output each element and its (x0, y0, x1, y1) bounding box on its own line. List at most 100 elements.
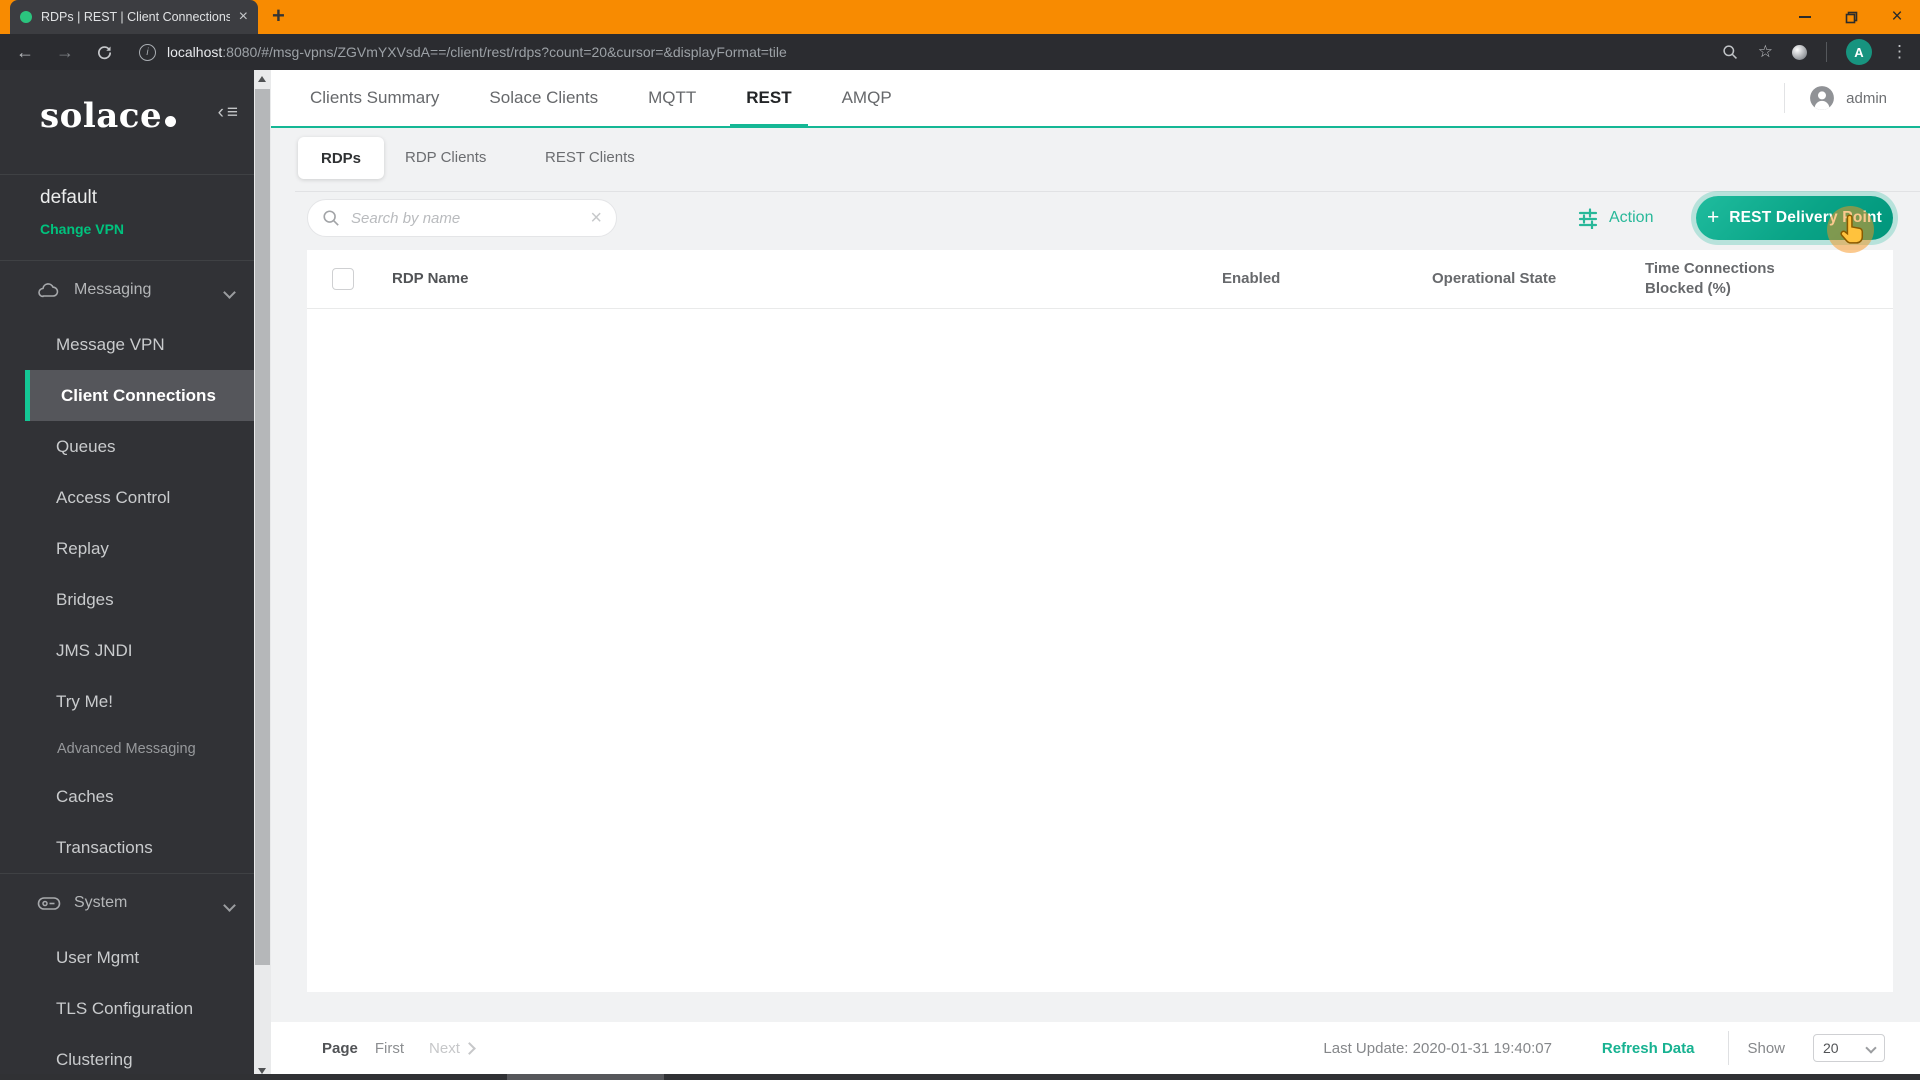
refresh-data-link[interactable]: Refresh Data (1602, 1040, 1695, 1057)
tab-close-icon[interactable]: × (239, 9, 248, 25)
back-button[interactable]: ← (16, 43, 34, 61)
window-close-button[interactable]: × (1874, 0, 1920, 34)
tab-rest[interactable]: REST (730, 70, 809, 128)
sidebar-item-user-mgmt[interactable]: User Mgmt (0, 932, 254, 983)
subtab-rest-clients[interactable]: REST Clients (545, 137, 635, 179)
page-label: Page (322, 1039, 358, 1057)
divider (1728, 1031, 1730, 1065)
subtab-rdp-clients[interactable]: RDP Clients (405, 137, 486, 179)
column-enabled: Enabled (1222, 270, 1281, 287)
chevron-down-icon (1865, 1042, 1877, 1054)
sidebar: solace ‹ ≡ default Change VPN Messaging M… (0, 70, 254, 1080)
column-operational-state: Operational State (1432, 270, 1557, 287)
user-icon[interactable] (1809, 85, 1835, 111)
url-path: :8080/#/msg-vpns/ZGVmYXVsdA==/client/res… (222, 44, 787, 60)
sidebar-item-queues[interactable]: Queues (0, 421, 254, 472)
sidebar-item-message-vpn[interactable]: Message VPN (0, 319, 254, 370)
tab-clients-summary[interactable]: Clients Summary (310, 70, 439, 126)
logo-dot-icon (165, 116, 177, 127)
column-rdp-name: RDP Name (392, 270, 469, 287)
chevron-down-icon[interactable] (223, 899, 236, 912)
pagination-footer: Page First Next Last Update: 2020-01-31 … (271, 1022, 1920, 1074)
tab-amqp[interactable]: AMQP (842, 70, 892, 126)
chevron-right-icon (463, 1041, 476, 1055)
cloud-icon (38, 283, 59, 298)
main-content: Clients Summary Solace Clients MQTT REST… (271, 70, 1920, 1080)
divider (1784, 83, 1786, 113)
chevron-down-icon[interactable] (223, 286, 236, 299)
sidebar-scrollbar[interactable] (254, 70, 271, 1080)
window-restore-button[interactable] (1828, 0, 1874, 34)
last-update-text: Last Update: 2020-01-31 19:40:07 (1323, 1039, 1552, 1057)
tab-title: RDPs | REST | Client Connections (41, 10, 230, 24)
window-minimize-button[interactable] (1782, 0, 1828, 34)
page-tabs-bar: Clients Summary Solace Clients MQTT REST… (271, 70, 1920, 128)
browser-titlebar: RDPs | REST | Client Connections × + × (0, 0, 1920, 34)
sidebar-item-tls-configuration[interactable]: TLS Configuration (0, 983, 254, 1034)
plus-icon: + (1706, 205, 1720, 229)
first-page-button[interactable]: First (375, 1040, 404, 1057)
new-tab-button[interactable]: + (272, 5, 285, 27)
tab-favicon-icon (20, 11, 32, 23)
sidebar-section-system[interactable]: System (0, 874, 254, 932)
browser-tab[interactable]: RDPs | REST | Client Connections × (10, 0, 258, 34)
reload-button[interactable] (96, 44, 113, 61)
sidebar-section-label: Messaging (74, 281, 152, 298)
site-info-icon[interactable]: i (139, 43, 156, 61)
tab-solace-clients[interactable]: Solace Clients (489, 70, 598, 126)
sidebar-item-bridges[interactable]: Bridges (0, 574, 254, 625)
select-all-checkbox[interactable] (332, 268, 354, 290)
taskbar-sliver (0, 1074, 1920, 1080)
sidebar-item-advanced-messaging[interactable]: Advanced Messaging (0, 727, 254, 771)
search-icon (323, 210, 339, 226)
page-size-select[interactable]: 20 (1813, 1034, 1885, 1062)
reload-icon (97, 45, 112, 59)
mouse-cursor-icon (1839, 213, 1866, 250)
sidebar-item-try-me[interactable]: Try Me! (0, 676, 254, 727)
sidebar-section-label: System (74, 894, 128, 911)
subtab-rdps[interactable]: RDPs (298, 137, 385, 179)
solace-logo: solace (40, 96, 177, 136)
rdp-table: RDP Name Enabled Operational State Time … (307, 250, 1893, 992)
vpn-name: default (40, 187, 98, 208)
sidebar-item-transactions[interactable]: Transactions (0, 822, 254, 873)
divider (295, 191, 1920, 192)
action-filter-icon (1578, 208, 1598, 229)
sidebar-item-client-connections[interactable]: Client Connections (25, 370, 254, 421)
extension-icon[interactable] (1792, 44, 1807, 60)
sidebar-item-jms-jndi[interactable]: JMS JNDI (0, 625, 254, 676)
show-label: Show (1747, 1039, 1785, 1057)
zoom-icon[interactable] (1722, 44, 1739, 61)
bookmark-star-icon[interactable]: ☆ (1758, 42, 1773, 62)
toolbar-divider (1826, 42, 1827, 62)
taskbar-segment (507, 1074, 664, 1080)
address-bar[interactable]: localhost:8080/#/msg-vpns/ZGVmYXVsdA==/c… (167, 44, 787, 60)
search-input[interactable] (349, 208, 582, 228)
scrollbar-thumb[interactable] (255, 89, 270, 965)
scroll-up-arrow[interactable] (258, 76, 266, 82)
page-size-value: 20 (1823, 1040, 1839, 1056)
forward-button[interactable]: → (56, 43, 74, 61)
clear-search-icon[interactable]: × (590, 208, 602, 228)
url-host: localhost (167, 44, 223, 60)
search-box[interactable]: × (307, 199, 617, 237)
restore-icon (1845, 11, 1857, 23)
sidebar-item-access-control[interactable]: Access Control (0, 472, 254, 523)
browser-toolbar: ← → i localhost:8080/#/msg-vpns/ZGVmYXVs… (0, 34, 1920, 70)
profile-avatar[interactable]: A (1846, 39, 1872, 65)
minimize-icon (1799, 16, 1811, 18)
sidebar-item-caches[interactable]: Caches (0, 771, 254, 822)
action-label: Action (1609, 209, 1654, 226)
logged-in-user[interactable]: admin (1846, 90, 1887, 107)
action-menu[interactable]: Action (1578, 199, 1653, 237)
sidebar-item-replay[interactable]: Replay (0, 523, 254, 574)
table-header-row: RDP Name Enabled Operational State Time … (307, 250, 1893, 309)
system-icon (37, 896, 61, 910)
sidebar-section-messaging[interactable]: Messaging (0, 261, 254, 319)
next-page-button[interactable]: Next (429, 1040, 476, 1057)
column-time-connections-blocked: Time Connections Blocked (%) (1645, 260, 1775, 297)
tab-mqtt[interactable]: MQTT (648, 70, 696, 126)
browser-menu-icon[interactable]: ⋮ (1891, 42, 1908, 62)
sidebar-collapse-button[interactable]: ‹ ≡ (218, 102, 238, 124)
change-vpn-link[interactable]: Change VPN (40, 221, 124, 237)
